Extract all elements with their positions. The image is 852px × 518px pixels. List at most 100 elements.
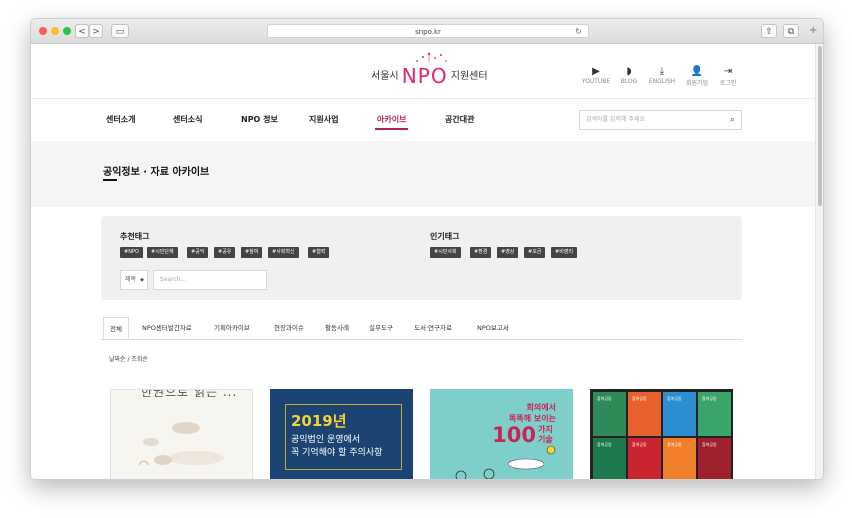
minimize-window-button[interactable] [51,27,59,35]
archive-card-4[interactable]: 참여공동 참여공동 참여공동 참여공동 참여공동 참여공동 참여공동 참여공동 [590,389,733,479]
site-search-input[interactable]: 검색어를 입력해 주세요 ⌕ [579,110,742,130]
search-icon[interactable]: ⌕ [730,111,735,129]
tag-civic-groups[interactable]: #시민단체 [147,247,178,258]
maximize-window-button[interactable] [63,27,71,35]
blog-link[interactable]: ◗ BLOG [617,66,641,85]
site-header: 서울시 NPO 지원센터 ▶ YOUTUBE ◗ BLOG ⤓ ENGLISH … [31,44,815,99]
card-4-tile-3: 참여공동 [667,396,682,401]
tab-books-research[interactable]: 도서·연구자료 [414,322,452,332]
search-field-select[interactable]: 제목 ◆ [120,270,148,290]
english-link[interactable]: ⤓ ENGLISH [647,66,677,85]
tag-nonprofit[interactable]: #비영리 [551,247,577,258]
sidebar-toggle-button[interactable]: ▭ [111,24,129,38]
card-4-tile-2: 참여공동 [632,396,647,401]
tab-all[interactable]: 전체 [103,317,129,339]
new-tab-button[interactable]: + [809,25,817,36]
download-icon: ⤓ [659,66,665,77]
chevron-updown-icon: ◆ [140,277,144,283]
login-icon: ⇥ [723,66,733,77]
back-button[interactable]: < [75,24,89,38]
share-icon: ⇧ [765,27,773,37]
tabs-button[interactable]: ⧉ [783,24,799,38]
archive-search-placeholder: Search... [160,276,187,283]
logo-dots-icon [416,52,447,63]
archive-card-3[interactable]: 회의에서 똑똑해 보이는 100 가지 기술 [430,389,573,479]
recommended-tags-heading: 추천태그 [120,232,150,241]
tab-activity-cases[interactable]: 활동사례 [325,322,349,332]
scrollbar-thumb[interactable] [818,46,822,206]
tag-sharing[interactable]: #공유 [214,247,236,258]
nav-item-archive[interactable]: 아카이브 [374,114,409,130]
youtube-label: YOUTUBE [581,78,611,85]
tab-divider [101,339,742,340]
browser-titlebar: < > ▭ snpo.kr ↻ ⇧ ⧉ + [31,19,823,44]
card-4-tile-7: 참여공동 [667,442,682,447]
nav-item-support[interactable]: 지원사업 [309,114,338,125]
reload-icon[interactable]: ↻ [575,25,582,39]
card-4-tile-4: 참여공동 [702,396,717,401]
archive-card-1[interactable]: 한권으로 읽는 ... [110,389,253,479]
tab-npo-reports[interactable]: NPO보고서 [477,322,509,332]
page-title-underline [103,179,117,181]
tag-participation[interactable]: #참여 [241,247,263,258]
sort-options[interactable]: 날짜순 / 조회순 [109,354,148,363]
archive-card-2[interactable]: 2019년 공익법인 운영에서 꼭 기억해야 할 주의사항 [270,389,413,479]
site-logo[interactable]: 서울시 NPO 지원센터 [371,52,488,88]
tag-public-interest[interactable]: #공익 [187,247,209,258]
tab-practical-tools[interactable]: 실무도구 [369,322,393,332]
add-user-icon: 👤 [690,66,704,77]
tag-environment[interactable]: #환경 [470,247,492,258]
youtube-link[interactable]: ▶ YOUTUBE [579,66,613,85]
tag-video[interactable]: #영상 [497,247,519,258]
chevron-right-icon: > [92,27,100,37]
browser-window: < > ▭ snpo.kr ↻ ⇧ ⧉ + 서울시 NPO 지원센터 ▶ YOU… [30,18,824,480]
sidebar-icon: ▭ [115,27,125,37]
address-bar[interactable]: snpo.kr ↻ [267,24,589,38]
card-4-tile-1: 참여공동 [597,396,612,401]
tag-civil-society[interactable]: #시민사회 [430,247,461,258]
card-4-tile-6: 참여공동 [632,442,647,447]
popular-tags-heading: 인기태그 [430,232,460,241]
login-link[interactable]: ⇥ 로그인 [715,66,741,87]
people-illustration-icon [455,445,556,479]
tab-field-issues[interactable]: 현장과이슈 [274,322,304,332]
card-4-tile-5: 참여공동 [597,442,612,447]
english-label: ENGLISH [648,78,676,85]
card-2-line-2: 꼭 기억해야 할 주의사항 [291,448,383,458]
chevron-left-icon: < [78,27,86,37]
search-field-value: 제목 [125,276,137,283]
url-text: snpo.kr [415,28,441,36]
page-scrollbar[interactable] [815,44,823,479]
nav-item-npo-info[interactable]: NPO 정보 [241,114,278,125]
card-2-year: 2019년 [291,412,347,430]
animal-illustration-icon [138,422,224,466]
logo-text-left: 서울시 [371,71,399,82]
login-label: 로그인 [719,80,737,87]
card-2-line-1: 공익법인 운영에서 [291,435,361,445]
close-window-button[interactable] [39,27,47,35]
tag-fundraising[interactable]: #모금 [524,247,546,258]
nav-item-space-rental[interactable]: 공간대관 [445,114,474,125]
logo-npo: NPO [401,64,448,88]
archive-search-input[interactable]: Search... [153,270,267,290]
card-4-tile-8: 참여공동 [702,442,717,447]
tag-social-innovation[interactable]: #사회혁신 [268,247,299,258]
tab-planning-archive[interactable]: 기획아카이브 [214,322,250,332]
nav-item-center-news[interactable]: 센터소식 [173,114,202,125]
blog-label: BLOG [620,78,638,85]
nav-item-center-intro[interactable]: 센터소개 [106,114,135,125]
tag-panel: 추천태그 #NPO #시민단체 #공익 #공유 #참여 #사회혁신 #협력 인기… [101,216,742,300]
share-button[interactable]: ⇧ [761,24,777,38]
page-title: 공익정보 · 자료 아카이브 [103,167,210,178]
youtube-icon: ▶ [592,66,600,77]
signup-link[interactable]: 👤 회원가입 [683,66,711,87]
web-page: 서울시 NPO 지원센터 ▶ YOUTUBE ◗ BLOG ⤓ ENGLISH … [31,44,815,479]
forward-button[interactable]: > [89,24,103,38]
tab-npo-center-publications[interactable]: NPO센터발간자료 [142,322,192,332]
logo-text-right: 지원센터 [450,71,488,82]
signup-label: 회원가입 [685,80,709,87]
tag-cooperation[interactable]: #협력 [308,247,330,258]
tag-npo[interactable]: #NPO [120,247,143,258]
page-title-band: 공익정보 · 자료 아카이브 [31,141,815,206]
main-nav: 센터소개 센터소식 NPO 정보 지원사업 아카이브 공간대관 검색어를 입력해… [31,99,815,142]
